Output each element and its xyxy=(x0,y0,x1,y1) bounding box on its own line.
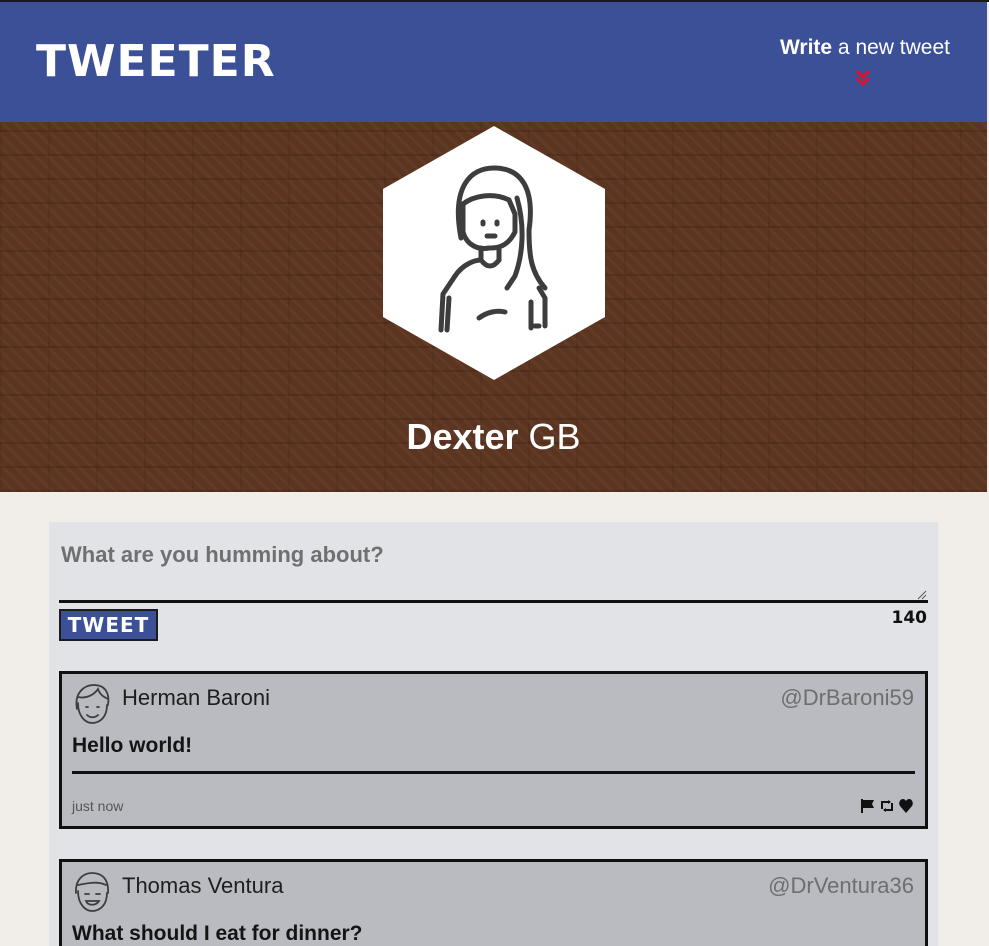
retweet-icon[interactable] xyxy=(879,798,895,814)
compose-underline xyxy=(59,600,928,603)
profile-header: Dexter GB xyxy=(0,122,987,492)
user-avatar-icon xyxy=(75,872,109,912)
tweet-card: Thomas Ventura @DrVentura36 What should … xyxy=(59,859,928,946)
tweet-textarea[interactable] xyxy=(59,536,928,602)
tweet-actions xyxy=(860,798,914,814)
resize-grip-icon[interactable] xyxy=(917,590,927,600)
tweet-author-name: Herman Baroni xyxy=(122,685,270,710)
user-avatar-icon xyxy=(75,684,110,724)
tweet-divider xyxy=(72,771,915,774)
tweet-button[interactable]: TWEET xyxy=(59,609,158,641)
tweet-author-handle[interactable]: @DrVentura36 xyxy=(768,873,914,899)
tweet-timestamp: just now xyxy=(72,798,124,814)
last-name: GB xyxy=(528,416,581,457)
char-counter: 140 xyxy=(891,608,928,628)
flag-icon[interactable] xyxy=(860,798,876,814)
write-new-tweet-link[interactable]: Write a new tweet xyxy=(780,36,950,60)
tweet-author-handle[interactable]: @DrBaroni59 xyxy=(780,685,914,711)
write-label: Write xyxy=(779,36,833,59)
tweet-card: Herman Baroni @DrBaroni59 Hello world! j… xyxy=(59,671,928,829)
tweet-text: What should I eat for dinner? xyxy=(72,922,363,945)
navbar: TWEETER Write a new tweet xyxy=(0,2,987,122)
heart-icon[interactable] xyxy=(898,798,914,814)
tweet-author-name: Thomas Ventura xyxy=(122,873,284,898)
tweet-text: Hello world! xyxy=(72,734,193,757)
new-tweet-label: a new tweet xyxy=(832,36,950,59)
main-container: TWEET 140 Herman Baroni @DrBaroni59 Hell… xyxy=(49,522,938,946)
first-name: Dexter xyxy=(406,416,519,457)
brand-logo[interactable]: TWEETER xyxy=(36,40,276,84)
woman-avatar-icon xyxy=(383,126,605,380)
compose-area xyxy=(59,536,928,602)
profile-name: Dexter GB xyxy=(0,416,987,458)
double-chevron-down-icon[interactable] xyxy=(855,69,871,87)
